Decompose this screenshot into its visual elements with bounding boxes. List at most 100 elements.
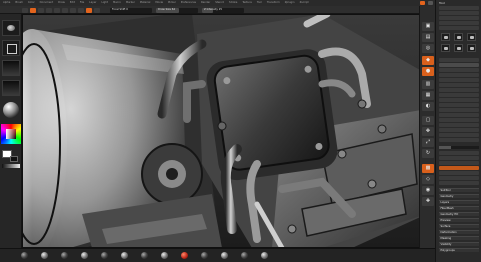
polyframe-icon[interactable]: ▩ <box>422 164 434 173</box>
skin-shade-icon[interactable] <box>60 252 69 260</box>
zoom-icon[interactable]: ◎ <box>422 44 434 53</box>
m-button[interactable] <box>78 7 84 13</box>
simple-brush-thumbnail[interactable] <box>441 44 450 52</box>
subtool-item[interactable] <box>439 113 479 117</box>
load-tool-row[interactable] <box>439 6 479 10</box>
chalk-icon[interactable] <box>120 252 129 260</box>
rename-row[interactable] <box>439 156 479 160</box>
draw-size-slider[interactable]: Draw Size 64 <box>156 7 198 13</box>
section-visibility[interactable]: Visibility <box>439 242 479 246</box>
focal-shift-slider[interactable]: Focal Shift 0 <box>110 7 152 13</box>
menu-item-render[interactable]: Render <box>201 1 210 4</box>
menu-item-material[interactable]: Material <box>140 1 151 4</box>
edit-button[interactable] <box>22 7 28 13</box>
persp-icon[interactable]: ▥ <box>422 80 434 89</box>
gel-icon[interactable] <box>240 252 249 260</box>
cylinder-thumbnail[interactable] <box>454 44 463 52</box>
subtool-item[interactable] <box>439 88 479 92</box>
merge-row[interactable] <box>439 176 479 180</box>
subtool-item[interactable] <box>439 83 479 87</box>
reflected-map-icon[interactable] <box>100 252 109 260</box>
stroke-icon[interactable] <box>2 40 20 56</box>
move-button[interactable] <box>38 7 44 13</box>
brush-icon[interactable] <box>2 20 20 36</box>
menu-item-alpha[interactable]: Alpha <box>3 1 10 4</box>
red-wax-icon[interactable] <box>180 252 189 260</box>
subtool-list-row[interactable] <box>439 58 479 62</box>
list-all-slider[interactable] <box>439 146 479 149</box>
sphere3d-thumbnail[interactable] <box>454 33 463 41</box>
clone-row[interactable] <box>439 21 479 25</box>
bpr-icon[interactable]: ▣ <box>422 22 434 31</box>
subtool-item[interactable] <box>439 73 479 77</box>
section-masking[interactable]: Masking <box>439 236 479 240</box>
rotate-button[interactable] <box>54 7 60 13</box>
boolean-row[interactable] <box>439 181 479 185</box>
blinn-icon[interactable] <box>140 252 149 260</box>
subtool-item-selected[interactable] <box>439 63 479 67</box>
active-option-row[interactable] <box>439 166 479 170</box>
split-row[interactable] <box>439 171 479 175</box>
menu-item-zscript[interactable]: Zscript <box>300 1 309 4</box>
section-layers[interactable]: Layers <box>439 200 479 204</box>
new-folder-row[interactable] <box>439 151 479 155</box>
menu-item-movie[interactable]: Movie <box>155 1 163 4</box>
rgb-button[interactable] <box>70 7 76 13</box>
toy-plastic-icon[interactable] <box>160 252 169 260</box>
menu-item-transform[interactable]: Transform <box>267 1 280 4</box>
solo-icon[interactable]: ◉ <box>422 186 434 195</box>
basic-material-icon[interactable] <box>40 252 49 260</box>
menu-item-brush[interactable]: Brush <box>15 1 23 4</box>
menu-item-macro[interactable]: Macro <box>113 1 121 4</box>
section-preview[interactable]: Preview <box>439 218 479 222</box>
polymesh-thumbnail[interactable] <box>467 33 476 41</box>
zadd-button[interactable] <box>86 7 92 13</box>
color-picker-icon[interactable] <box>1 124 21 144</box>
goz-row[interactable] <box>439 26 479 30</box>
polished-icon[interactable] <box>260 252 269 260</box>
scroll-icon[interactable]: ▤ <box>422 33 434 42</box>
menu-item-texture[interactable]: Texture <box>242 1 252 4</box>
menu-item-preferences[interactable]: Preferences <box>181 1 196 4</box>
material-icon[interactable] <box>3 102 19 118</box>
scale-button[interactable] <box>46 7 52 13</box>
section-subtool[interactable]: SubTool <box>439 188 479 192</box>
actual-icon[interactable]: ◆ <box>422 56 434 65</box>
menu-item-light[interactable]: Light <box>101 1 107 4</box>
subtool-item[interactable] <box>439 108 479 112</box>
section-surface[interactable]: Surface <box>439 224 479 228</box>
alpha-icon[interactable] <box>2 60 20 76</box>
matcap-gray-icon[interactable] <box>20 252 29 260</box>
subtool-item[interactable] <box>439 133 479 137</box>
section-fibermesh[interactable]: FiberMesh <box>439 206 479 210</box>
move-icon[interactable]: ✥ <box>422 127 434 136</box>
subtool-item[interactable] <box>439 128 479 132</box>
local-icon[interactable]: ◐ <box>422 102 434 111</box>
tool-thumbnail[interactable] <box>441 33 450 41</box>
transp-icon[interactable]: ◇ <box>422 175 434 184</box>
autoreorder-row[interactable] <box>439 161 479 165</box>
menu-item-color[interactable]: Color <box>28 1 35 4</box>
metal-icon[interactable] <box>220 252 229 260</box>
secondary-color-swatch[interactable] <box>10 156 18 162</box>
draw-button[interactable] <box>30 7 36 13</box>
menu-item-picker[interactable]: Picker <box>168 1 176 4</box>
menu-item-file[interactable]: File <box>80 1 84 4</box>
aahalf-icon[interactable]: ● <box>422 67 434 76</box>
menu-item-draw[interactable]: Draw <box>58 1 65 4</box>
scale-icon[interactable]: ⤢ <box>422 138 434 147</box>
import-row[interactable] <box>439 16 479 20</box>
menu-item-edit[interactable]: Edit <box>70 1 75 4</box>
z-intensity-slider[interactable]: Z Intensity 25 <box>202 7 244 13</box>
floor-icon[interactable]: ▦ <box>422 91 434 100</box>
section-geometry-hd[interactable]: Geometry HD <box>439 212 479 216</box>
menu-item-marker[interactable]: Marker <box>126 1 135 4</box>
subtool-item[interactable] <box>439 103 479 107</box>
subtool-item[interactable] <box>439 68 479 72</box>
mrgb-button[interactable] <box>62 7 68 13</box>
subtool-item[interactable] <box>439 118 479 122</box>
texture-icon[interactable] <box>2 80 20 96</box>
star-thumbnail[interactable] <box>467 44 476 52</box>
subtool-item[interactable] <box>439 123 479 127</box>
menu-item-stencil[interactable]: Stencil <box>215 1 224 4</box>
